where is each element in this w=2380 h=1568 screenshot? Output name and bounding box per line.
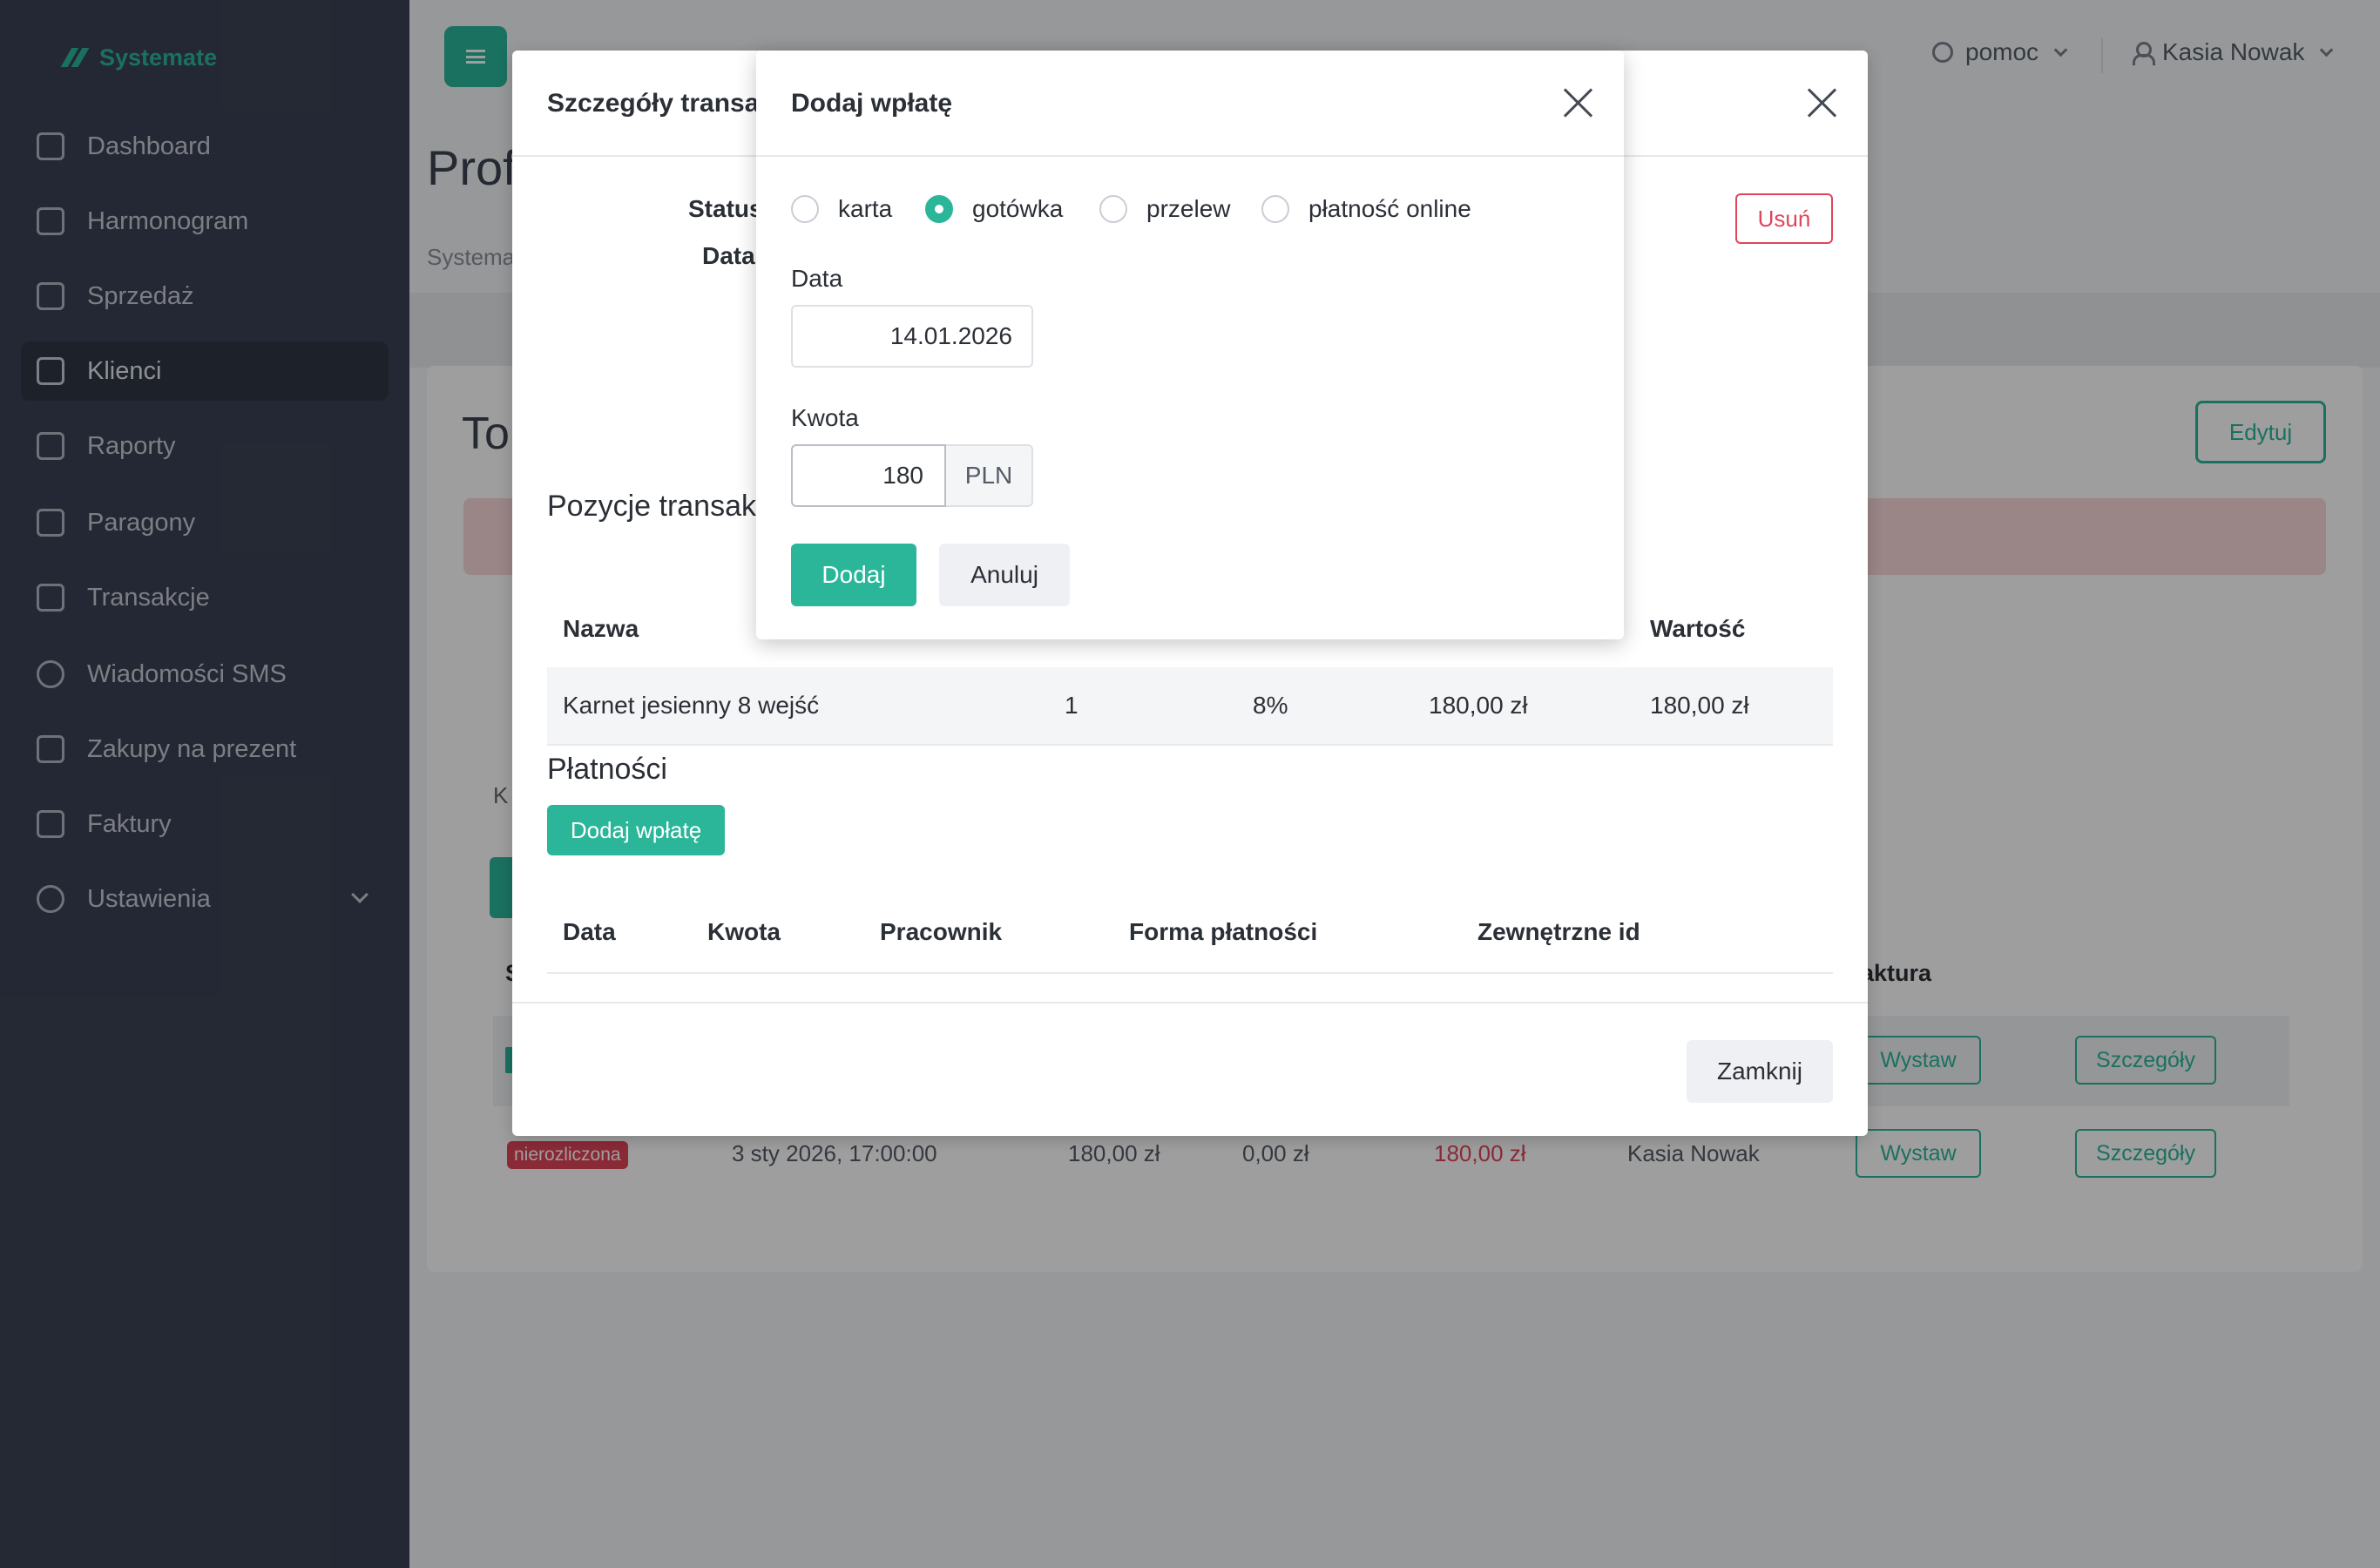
payments-section-title: Płatności [547,753,667,786]
column-header-value: Wartość [1650,615,1746,642]
modal-footer: Zamknij [512,1002,1868,1136]
date-field[interactable] [791,305,1033,368]
close-button[interactable]: Zamknij [1687,1040,1833,1103]
add-button[interactable]: Dodaj [791,544,916,606]
column-header-employee: Pracownik [880,918,1003,945]
radio-circle [925,195,953,223]
payments-table-header: Data Kwota Pracownik Forma płatności Zew… [547,892,1833,974]
delete-button[interactable]: Usuń [1735,193,1833,244]
column-header-external-id: Zewnętrzne id [1477,918,1640,945]
date-field-label: Data [791,265,843,292]
radio-label: przelew [1146,195,1231,222]
radio-label: gotówka [972,195,1064,222]
amount-field-label: Kwota [791,404,859,431]
column-header-date: Data [563,918,616,945]
close-icon[interactable] [1563,87,1594,118]
table-row: Karnet jesienny 8 wejść 1 8% 180,00 zł 1… [547,667,1833,746]
status-label: Status [688,195,763,222]
item-name: Karnet jesienny 8 wejść [563,692,820,719]
payment-method-online-radio[interactable]: płatność online [1261,195,1471,223]
currency-addon: PLN [946,444,1033,507]
radio-circle [791,195,819,223]
radio-label: karta [838,195,893,222]
item-value: 180,00 zł [1650,692,1749,719]
cancel-button[interactable]: Anuluj [939,544,1070,606]
modal-title: Szczegóły transak [547,89,774,118]
radio-circle [1099,195,1127,223]
column-header-name: Nazwa [563,615,639,642]
column-header-payment-method: Forma płatności [1129,918,1318,945]
payment-method-transfer-radio[interactable]: przelew [1099,195,1230,223]
radio-label: płatność online [1308,195,1471,222]
amount-field[interactable] [791,444,946,507]
items-section-title: Pozycje transak [547,490,756,523]
add-payment-button[interactable]: Dodaj wpłatę [547,805,725,855]
close-icon[interactable] [1807,87,1838,118]
payment-method-cash-radio[interactable]: gotówka [925,195,1063,223]
payment-method-card-radio[interactable]: karta [791,195,892,223]
date-label: Data [702,242,755,269]
radio-circle [1261,195,1289,223]
item-quantity: 1 [1065,692,1078,719]
add-payment-modal: Dodaj wpłatę karta gotówka przelew płatn… [756,51,1624,639]
column-header-amount: Kwota [707,918,781,945]
modal-title: Dodaj wpłatę [791,89,953,118]
modal-header: Dodaj wpłatę [756,51,1624,157]
item-vat: 8% [1253,692,1288,719]
item-price: 180,00 zł [1429,692,1528,719]
